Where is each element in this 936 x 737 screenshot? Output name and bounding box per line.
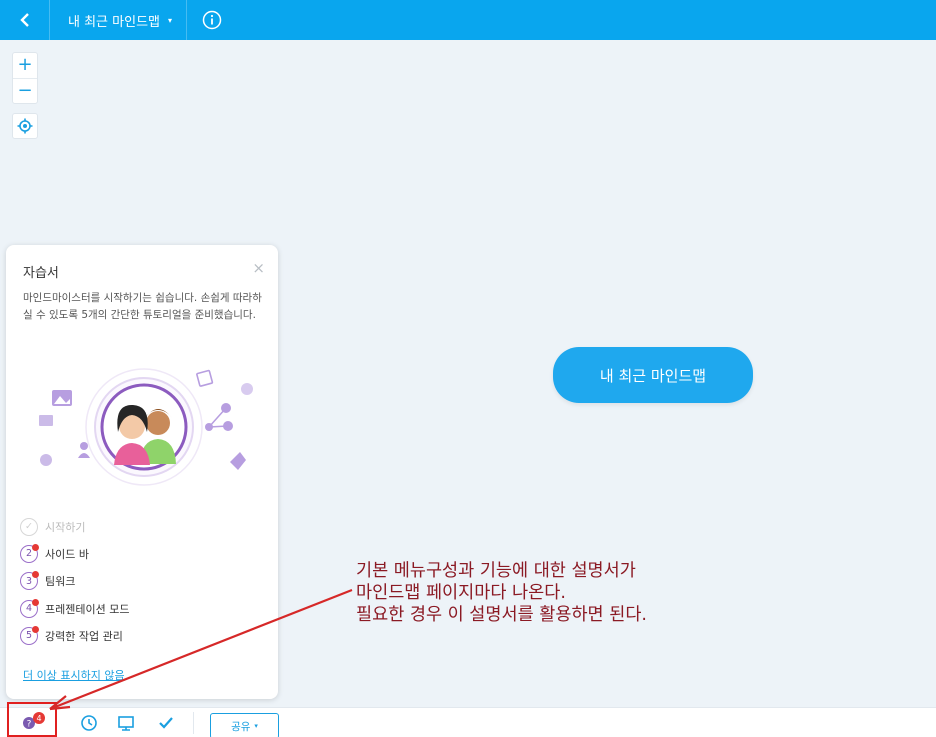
step-number-text: 5 — [25, 630, 33, 642]
crosshair-icon — [17, 118, 33, 134]
annotation-line-2: 마인드맵 페이지마다 나온다. — [356, 583, 566, 603]
annotation-highlight-box — [7, 702, 57, 737]
dont-show-again-link[interactable]: 더 이상 표시하지 않음 — [23, 667, 125, 683]
annotation-text: 기본 메뉴구성과 기능에 대한 설명서가 마인드맵 페이지마다 나온다. 필요한… — [356, 560, 776, 626]
clock-history-icon — [81, 715, 97, 731]
tutorial-description: 마인드마이스터를 시작하기는 쉽습니다. 손쉽게 따라하실 수 있도록 5개의 … — [23, 292, 262, 321]
step-number: 5 — [20, 625, 39, 645]
map-title: 내 최근 마인드맵 — [68, 14, 160, 30]
toolbar-divider — [193, 712, 194, 734]
step-number-text: 2 — [25, 548, 33, 560]
tutorial-panel: 자습서 × 마인드마이스터를 시작하기는 쉽습니다. 손쉽게 따라하실 수 있도… — [6, 245, 278, 699]
step-label: 프레젠테이션 모드 — [45, 602, 130, 616]
new-dot-icon — [32, 598, 39, 606]
top-bar: 내 최근 마인드맵 ▾ — [0, 0, 936, 40]
zoom-controls: + − — [12, 52, 38, 104]
tutorial-step-4[interactable]: 4 프레젠테이션 모드 — [20, 595, 260, 622]
center-map-button[interactable] — [12, 113, 38, 139]
step-number: 4 — [20, 598, 39, 618]
step-label: 사이드 바 — [45, 547, 89, 561]
tutorial-step-5[interactable]: 5 강력한 작업 관리 — [20, 622, 260, 649]
presentation-button[interactable] — [113, 710, 139, 736]
step-number-text: 3 — [25, 575, 33, 587]
checkmark-icon — [159, 717, 173, 729]
info-button[interactable] — [187, 0, 237, 40]
tutorial-step-3[interactable]: 3 팀워크 — [20, 568, 260, 595]
central-node[interactable]: 내 최근 마인드맵 — [553, 347, 753, 403]
close-icon[interactable]: × — [252, 259, 265, 277]
chevron-down-icon: ▾ — [254, 722, 258, 730]
annotation-line-1: 기본 메뉴구성과 기능에 대한 설명서가 — [356, 561, 636, 581]
step-number: 2 — [20, 543, 39, 563]
chevron-down-icon: ▾ — [168, 15, 173, 25]
tutorial-step-2[interactable]: 2 사이드 바 — [20, 540, 260, 567]
step-check-icon: ✓ — [20, 517, 38, 536]
tutorial-step-1[interactable]: ✓ 시작하기 — [20, 513, 260, 540]
share-button[interactable]: 공유 ▾ — [210, 713, 279, 737]
step-number: 3 — [20, 571, 39, 591]
zoom-in-button[interactable]: + — [13, 53, 37, 79]
step-number-text: 4 — [25, 603, 33, 615]
new-dot-icon — [32, 543, 39, 551]
tutorial-illustration — [39, 368, 253, 486]
step-label: 시작하기 — [45, 520, 86, 534]
share-label: 공유 — [231, 720, 251, 733]
step-label: 팀워크 — [45, 575, 76, 589]
new-dot-icon — [32, 571, 39, 579]
history-button[interactable] — [76, 710, 102, 736]
new-dot-icon — [32, 625, 39, 633]
monitor-icon — [118, 716, 134, 731]
tutorial-title: 자습서 — [23, 266, 59, 281]
tasks-button[interactable] — [153, 710, 179, 736]
info-icon — [202, 10, 222, 30]
step-label: 강력한 작업 관리 — [45, 629, 123, 643]
map-title-dropdown[interactable]: 내 최근 마인드맵 ▾ — [50, 0, 188, 40]
zoom-out-button[interactable]: − — [13, 79, 37, 104]
annotation-line-3: 필요한 경우 이 설명서를 활용하면 된다. — [356, 605, 647, 625]
tutorial-steps: ✓ 시작하기 2 사이드 바 3 팀워크 4 프레젠테이션 모드 5 강력한 작… — [20, 513, 260, 649]
back-button[interactable] — [0, 0, 50, 40]
chevron-left-icon — [19, 13, 29, 27]
bottom-toolbar: ? 4 공유 ▾ — [0, 707, 936, 737]
